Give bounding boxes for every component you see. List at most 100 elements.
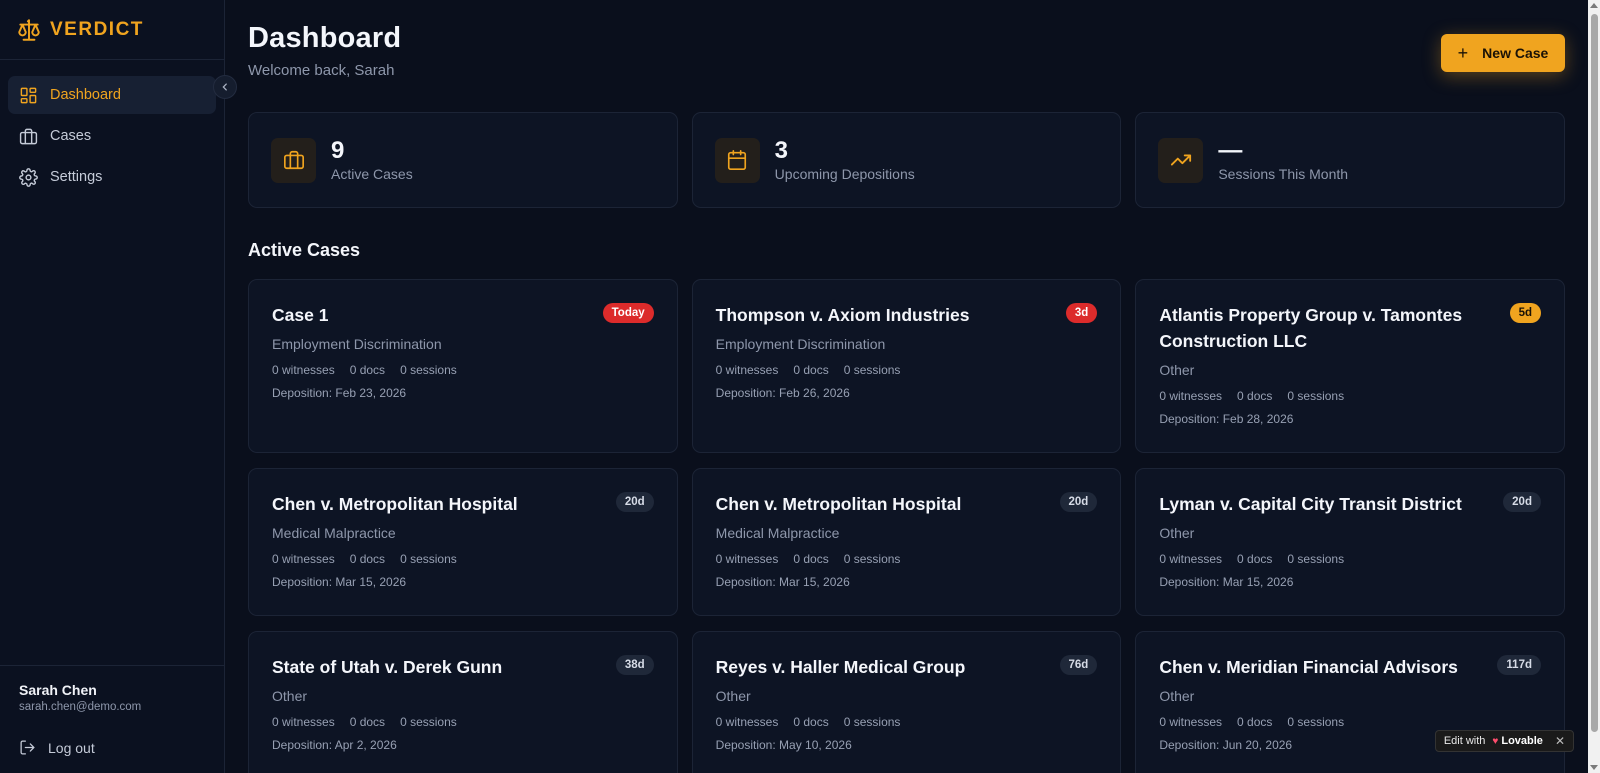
case-meta: 0 witnesses 0 docs 0 sessions (1159, 715, 1542, 729)
stat-card-upcoming-depositions: 3 Upcoming Depositions (691, 112, 1122, 208)
stats-row: 9 Active Cases 3 Upcoming Depositions — … (248, 112, 1566, 208)
deadline-badge: 5d (1509, 303, 1541, 323)
case-meta: 0 witnesses 0 docs 0 sessions (272, 552, 655, 566)
case-card[interactable]: Chen v. Metropolitan Hospital 20d Medical … (248, 468, 678, 616)
brand-logo[interactable]: VERDICT (0, 0, 224, 60)
deposition-date: Deposition: Feb 26, 2026 (715, 386, 850, 400)
doc-count: 0 docs (349, 363, 386, 377)
scroll-thumb[interactable] (1591, 14, 1598, 732)
close-icon[interactable]: ✕ (1555, 734, 1565, 748)
user-name: Sarah Chen (19, 682, 97, 698)
stat-icon-box (714, 137, 760, 183)
sidebar-collapse-button[interactable] (213, 75, 237, 99)
case-title: Thompson v. Axiom Industries (715, 305, 970, 325)
case-card[interactable]: Chen v. Metropolitan Hospital 20d Medical … (691, 468, 1122, 616)
witness-count: 0 witnesses (1159, 715, 1223, 729)
doc-count: 0 docs (1237, 552, 1273, 566)
case-title: Case 1 (272, 305, 329, 325)
deposition-date: Deposition: Mar 15, 2026 (1159, 575, 1294, 589)
case-type: Other (1159, 688, 1195, 704)
session-count: 0 sessions (400, 552, 457, 566)
case-meta: 0 witnesses 0 docs 0 sessions (1159, 552, 1542, 566)
stat-value: 3 (774, 137, 789, 164)
user-block: Sarah Chen sarah.chen@demo.com Log out (0, 665, 225, 773)
sidebar-item-label: Settings (50, 169, 103, 185)
stat-card-active-cases: 9 Active Cases (248, 112, 678, 208)
session-count: 0 sessions (843, 715, 901, 729)
gear-icon (19, 167, 38, 187)
scales-icon (18, 18, 40, 41)
case-type: Employment Discrimination (272, 336, 442, 352)
stat-value: — (1218, 137, 1243, 164)
witness-count: 0 witnesses (272, 363, 335, 377)
edit-with-lovable-badge[interactable]: Edit with ♥ Lovable ✕ (1434, 730, 1574, 752)
case-title: Chen v. Meridian Financial Advisors (1159, 657, 1458, 677)
deadline-badge: 20d (1059, 492, 1098, 512)
deposition-date: Deposition: Mar 15, 2026 (272, 575, 407, 589)
sidebar: VERDICT Dashboard Cases Settings Sarah C… (0, 0, 237, 773)
sidebar-item-settings[interactable]: Settings (8, 158, 216, 196)
witness-count: 0 witnesses (1159, 389, 1223, 403)
session-count: 0 sessions (400, 715, 457, 729)
chevron-left-icon (222, 83, 227, 91)
case-meta: 0 witnesses 0 docs 0 sessions (1159, 389, 1542, 403)
page-subtitle: Welcome back, Sarah (248, 62, 395, 79)
new-case-button[interactable]: + New Case (1441, 34, 1565, 72)
logout-button[interactable]: Log out (19, 739, 206, 756)
case-title: Chen v. Metropolitan Hospital (715, 494, 962, 514)
sidebar-item-dashboard[interactable]: Dashboard (8, 76, 216, 114)
deadline-badge: 3d (1065, 303, 1098, 323)
stat-icon-box (1158, 137, 1204, 183)
case-meta: 0 witnesses 0 docs 0 sessions (716, 552, 1099, 566)
session-count: 0 sessions (843, 363, 901, 377)
witness-count: 0 witnesses (715, 363, 779, 377)
sidebar-item-cases[interactable]: Cases (8, 117, 216, 155)
doc-count: 0 docs (349, 552, 386, 566)
witness-count: 0 witnesses (272, 715, 335, 729)
page-scrollbar[interactable] (1588, 0, 1600, 773)
doc-count: 0 docs (793, 363, 829, 377)
deposition-date: Deposition: May 10, 2026 (715, 738, 852, 752)
deadline-badge: 117d (1497, 655, 1541, 675)
case-card[interactable]: Reyes v. Haller Medical Group 76d Other 0 w… (691, 631, 1122, 773)
scroll-down-arrow[interactable] (1590, 765, 1598, 770)
case-card[interactable]: Thompson v. Axiom Industries 3d Employment… (691, 279, 1122, 453)
case-card[interactable]: State of Utah v. Derek Gunn 38d Other 0 wit… (248, 631, 678, 773)
sidebar-nav: Dashboard Cases Settings (0, 60, 224, 215)
deposition-date: Deposition: Apr 2, 2026 (272, 738, 397, 752)
stat-label: Upcoming Depositions (774, 166, 915, 182)
witness-count: 0 witnesses (1159, 552, 1223, 566)
case-meta: 0 witnesses 0 docs 0 sessions (716, 715, 1099, 729)
case-title: Atlantis Property Group v. Tamontes Cons… (1159, 305, 1463, 351)
case-type: Other (272, 688, 308, 704)
session-count: 0 sessions (1287, 552, 1345, 566)
case-title: Reyes v. Haller Medical Group (715, 657, 966, 677)
lovable-prefix: Edit with (1443, 735, 1486, 747)
witness-count: 0 witnesses (715, 552, 779, 566)
sidebar-item-label: Cases (50, 128, 92, 144)
plus-icon: + (1457, 42, 1469, 63)
deposition-date: Deposition: Feb 28, 2026 (1159, 412, 1294, 426)
user-email: sarah.chen@demo.com (19, 701, 142, 713)
case-title: Chen v. Metropolitan Hospital (272, 494, 518, 514)
case-card[interactable]: Case 1 Today Employment Discrimination 0 wi… (248, 279, 678, 453)
logout-icon (20, 740, 35, 755)
session-count: 0 sessions (400, 363, 457, 377)
deadline-badge: 20d (615, 492, 654, 512)
case-type: Other (1159, 362, 1195, 378)
session-count: 0 sessions (1287, 389, 1345, 403)
doc-count: 0 docs (349, 715, 386, 729)
doc-count: 0 docs (1237, 715, 1273, 729)
case-card[interactable]: Atlantis Property Group v. Tamontes Cons… (1135, 279, 1565, 453)
stat-label: Active Cases (331, 166, 413, 182)
case-card[interactable]: Lyman v. Capital City Transit District 20… (1135, 468, 1565, 616)
case-title: Lyman v. Capital City Transit District (1159, 494, 1462, 514)
scroll-up-arrow[interactable] (1590, 3, 1598, 8)
main-content: Dashboard Welcome back, Sarah + New Case… (248, 0, 1566, 773)
witness-count: 0 witnesses (715, 715, 779, 729)
trending-up-icon (1170, 154, 1191, 166)
dashboard-icon (20, 87, 37, 103)
case-type: Employment Discrimination (715, 336, 886, 352)
stat-value: 9 (331, 137, 345, 164)
case-meta: 0 witnesses 0 docs 0 sessions (716, 363, 1099, 377)
